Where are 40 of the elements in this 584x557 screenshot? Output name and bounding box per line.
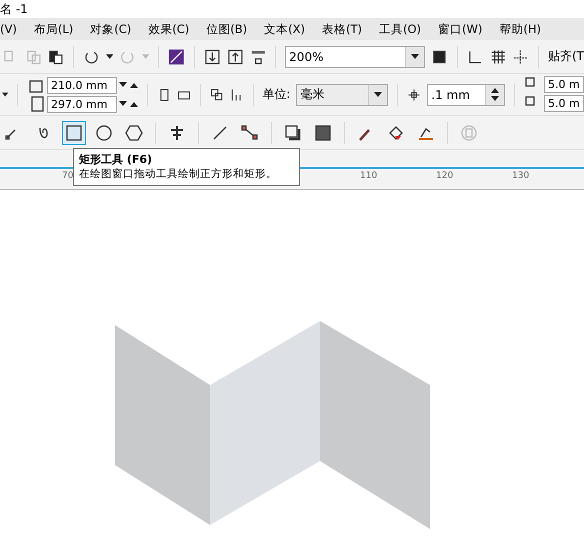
menu-item[interactable]: 对象(C) <box>90 22 132 36</box>
window-title: 名 -1 <box>0 1 29 18</box>
dropdown-caret-icon[interactable] <box>411 54 420 60</box>
menu-item[interactable]: 文本(X) <box>264 22 305 36</box>
menu-item[interactable]: 窗口(W) <box>438 22 482 36</box>
import-icon[interactable] <box>204 48 221 66</box>
dropdown-caret-icon[interactable] <box>2 92 8 98</box>
menu-item[interactable]: 帮助(H) <box>499 22 542 36</box>
spin-up-icon[interactable] <box>491 87 500 93</box>
menu-item[interactable]: 工具(O) <box>379 22 422 36</box>
dropdown-caret-icon[interactable] <box>106 54 114 60</box>
guidelines-icon[interactable] <box>512 48 530 66</box>
unit-label: 单位: <box>262 86 290 103</box>
width-field[interactable]: 210.0 mm <box>47 76 118 94</box>
zoom-dropdown[interactable]: 200% <box>285 46 426 68</box>
height-field[interactable]: 297.0 mm <box>47 96 118 112</box>
menu-item[interactable]: 位图(B) <box>206 22 248 36</box>
ruler-label: 110 <box>360 171 378 181</box>
ruler-label: 120 <box>436 171 454 181</box>
spin-down-icon[interactable] <box>491 96 500 102</box>
snap-menu[interactable]: 贴齐(T <box>548 48 584 65</box>
spin-up-icon[interactable] <box>130 82 138 88</box>
duplicate-y-field[interactable]: 5.0 m <box>544 95 584 112</box>
spin-down-icon[interactable] <box>119 101 128 107</box>
unit-dropdown[interactable]: 毫米 <box>296 84 388 106</box>
tooltip-text: 在绘图窗口拖动工具绘制正方形和矩形。 <box>79 167 278 181</box>
export-icon[interactable] <box>226 48 244 66</box>
duplicate-x-field[interactable]: 5.0 m <box>544 76 584 93</box>
spin-up-icon[interactable] <box>130 101 138 107</box>
ruler-label: 130 <box>512 171 530 181</box>
spin-down-icon[interactable] <box>119 82 128 88</box>
menu-item[interactable]: 表格(T) <box>322 22 362 36</box>
nudge-field[interactable]: .1 mm <box>427 84 506 106</box>
menu-item[interactable]: 效果(C) <box>148 22 190 36</box>
grid-icon[interactable] <box>490 48 506 66</box>
menu-item[interactable]: 布局(L) <box>34 22 74 36</box>
ruler-label: 70 <box>62 171 74 181</box>
dropdown-caret-icon[interactable] <box>374 92 382 98</box>
menu-item[interactable]: (V) <box>0 22 17 36</box>
tooltip-title: 矩形工具 (F6) <box>79 152 154 167</box>
